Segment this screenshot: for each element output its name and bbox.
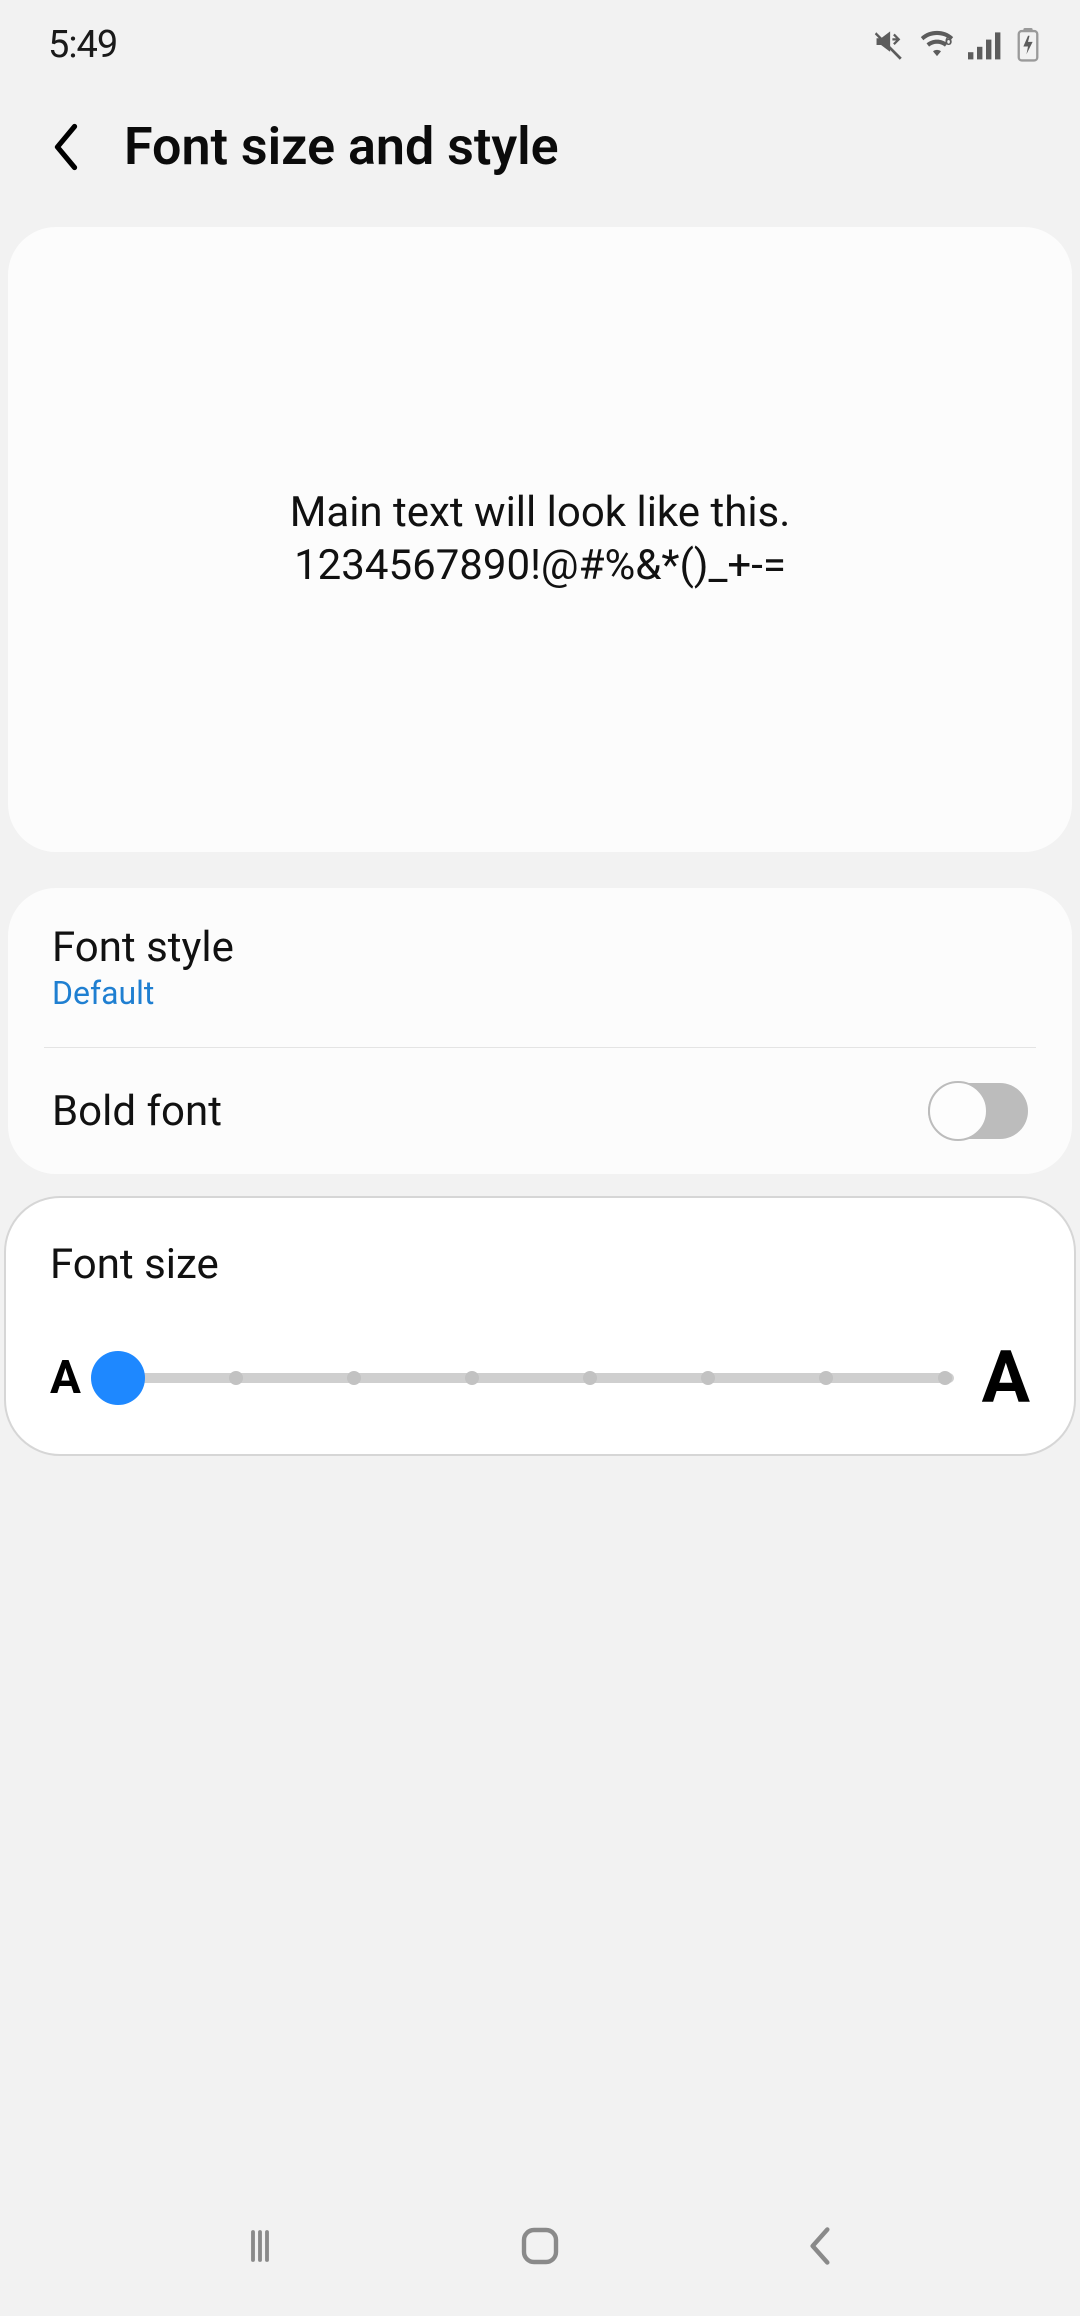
big-a-icon: A [982,1335,1030,1420]
slider-tick [229,1371,243,1385]
status-time: 5:49 [48,23,117,67]
bold-font-label: Bold font [52,1087,222,1136]
preview-line-2: 1234567890!@#%&*()_+-= [294,540,786,593]
font-style-row[interactable]: Font style Default [8,888,1072,1047]
chevron-left-icon [49,123,83,171]
font-size-slider-row: A A [50,1335,1030,1420]
slider-ticks [109,1373,954,1383]
slider-thumb[interactable] [91,1351,145,1405]
font-style-label: Font style [52,923,234,972]
font-size-label: Font size [50,1240,1030,1289]
bold-font-toggle[interactable] [928,1083,1028,1139]
font-size-slider[interactable] [109,1373,954,1383]
slider-tick [819,1371,833,1385]
font-preview-card: Main text will look like this. 123456789… [8,227,1072,852]
page-header: Font size and style [0,90,1080,227]
system-nav-bar [0,2186,1080,2316]
slider-tick [701,1371,715,1385]
slider-tick [938,1371,952,1385]
nav-home-button[interactable] [510,2216,570,2276]
slider-tick [465,1371,479,1385]
home-icon [516,2222,564,2270]
recents-icon [239,2225,281,2267]
preview-line-1: Main text will look like this. [290,487,791,540]
signal-icon [968,30,1004,60]
nav-back-button[interactable] [790,2216,850,2276]
wifi6-icon: 6 [918,30,956,60]
font-settings-card: Font style Default Bold font [8,888,1072,1174]
svg-text:6: 6 [945,34,952,49]
slider-tick [583,1371,597,1385]
status-icons: 6 [872,28,1040,62]
status-bar: 5:49 6 [0,0,1080,90]
small-a-icon: A [50,1351,81,1405]
slider-tick [347,1371,361,1385]
chevron-left-icon [800,2224,840,2268]
mute-icon [872,28,906,62]
page-title: Font size and style [124,116,559,177]
battery-charging-icon [1016,28,1040,62]
font-style-value: Default [52,974,234,1012]
toggle-knob [928,1081,988,1141]
bold-font-row[interactable]: Bold font [44,1047,1036,1174]
nav-recents-button[interactable] [230,2216,290,2276]
back-button[interactable] [44,125,88,169]
font-size-card: Font size A A [4,1196,1076,1456]
